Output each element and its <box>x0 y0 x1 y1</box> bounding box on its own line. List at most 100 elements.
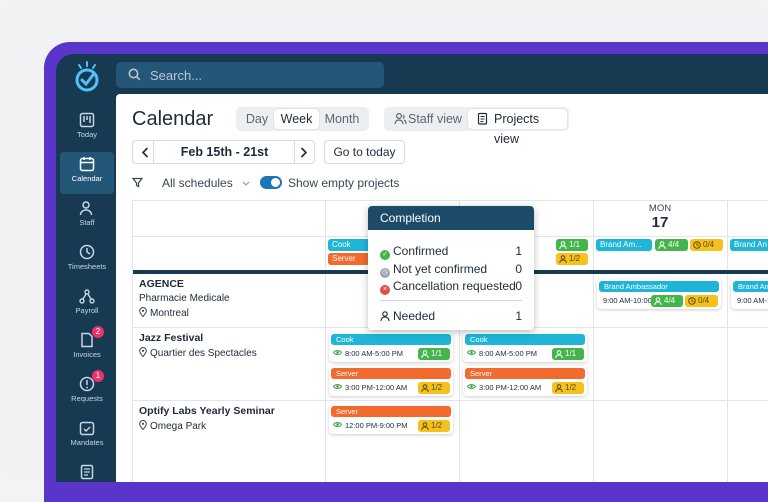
requests-badge: 1 <box>92 370 104 382</box>
clock-icon <box>688 297 696 305</box>
tab-month[interactable]: Month <box>319 109 365 129</box>
shift-badge: 1/1 <box>418 348 450 360</box>
sidebar-item-today[interactable]: Today <box>60 108 114 150</box>
eye-icon <box>467 350 476 355</box>
invoices-badge: 2 <box>92 326 104 338</box>
staff-view-button[interactable]: Staff view <box>386 109 466 129</box>
shift-card[interactable]: Brand Am 9:00 AM-1 <box>731 279 768 309</box>
shift-time: 9:00 AM-10:00 <box>603 296 652 305</box>
chevron-right-icon[interactable] <box>300 147 308 158</box>
search-input[interactable]: Search... <box>116 62 384 88</box>
sidebar-item-staff[interactable]: Staff <box>60 196 114 238</box>
project-location: Montreal <box>139 307 230 319</box>
staff-icon <box>79 201 93 216</box>
person-icon <box>658 241 666 249</box>
day-name: MON <box>648 203 672 214</box>
summary-badge[interactable]: 4/4 <box>655 239 688 251</box>
filter-icon[interactable] <box>132 177 143 188</box>
shift-role: Cook <box>331 334 451 345</box>
project-location: Quartier des Spectacles <box>139 347 257 359</box>
check-icon: ✓ <box>380 250 390 260</box>
shift-badge: 1/2 <box>418 420 450 432</box>
person-icon <box>654 297 662 305</box>
shift-card[interactable]: Cook 8:00 AM-5:00 PM 1/1 <box>463 332 587 362</box>
location-pin-icon <box>139 307 147 318</box>
shift-time: 12:00 PM-9:00 PM <box>345 421 408 430</box>
person-icon <box>421 384 429 392</box>
date-range-label: Feb 15th - 21st <box>180 145 269 159</box>
sidebar-item-requests[interactable]: Requests 1 <box>60 370 114 414</box>
date-range-picker: Feb 15th - 21st <box>132 140 315 164</box>
projects-view-label: Projects view <box>494 112 540 146</box>
show-empty-toggle[interactable] <box>260 176 282 189</box>
sidebar-item-label: Calendar <box>71 174 103 183</box>
clock-icon <box>693 241 701 249</box>
mode-switcher: Staff view Projects view <box>384 107 569 146</box>
project-client: Pharmacie Medicale <box>139 293 230 304</box>
go-to-today-button[interactable]: Go to today <box>324 140 405 164</box>
staff-view-label: Staff view <box>408 112 462 126</box>
project-name: AGENCE <box>139 278 184 290</box>
popup-divider <box>380 300 522 301</box>
sidebar-item-label: Invoices <box>73 350 101 359</box>
clipboard-icon <box>477 112 488 125</box>
tab-week[interactable]: Week <box>274 109 319 129</box>
summary-badge[interactable]: 1/2 <box>556 253 588 265</box>
person-icon <box>555 384 563 392</box>
schedules-select[interactable]: All schedules <box>162 176 250 190</box>
person-icon <box>555 350 563 358</box>
summary-chip-brand-next[interactable]: Brand An <box>730 239 768 251</box>
sidebar: Today Calendar Staff Timesheets Payroll … <box>56 54 116 482</box>
shift-card[interactable]: Cook 8:00 AM-5:00 PM 1/1 <box>329 332 453 362</box>
shift-card[interactable]: Server 3:00 PM-12:00 AM 1/2 <box>329 366 453 396</box>
shift-role: Cook <box>465 334 585 345</box>
sidebar-item-calendar[interactable]: Calendar <box>60 152 114 194</box>
project-location: Omega Park <box>139 420 275 432</box>
summary-chip-server[interactable]: Server <box>328 253 370 265</box>
shift-time: 8:00 AM-5:00 PM <box>345 349 403 358</box>
person-icon <box>421 422 429 430</box>
project-optify[interactable]: Optify Labs Yearly Seminar Omega Park <box>139 405 275 432</box>
summary-chip-brand[interactable]: Brand Am... <box>596 239 652 251</box>
shift-time: 8:00 AM-5:00 PM <box>479 349 537 358</box>
sidebar-item-label: Timesheets <box>67 262 107 271</box>
summary-badge[interactable]: 1/1 <box>556 239 588 251</box>
calendar-icon <box>79 157 95 172</box>
project-jazz-festival[interactable]: Jazz Festival Quartier des Spectacles <box>139 332 257 359</box>
shift-role: Server <box>331 368 451 379</box>
shift-card[interactable]: Server 3:00 PM-12:00 AM 1/2 <box>463 366 587 396</box>
project-agence[interactable]: AGENCE Pharmacie Medicale Montreal <box>139 278 230 319</box>
sidebar-item-reports[interactable] <box>60 460 114 482</box>
shift-badge: 4/4 <box>651 295 683 307</box>
summary-chip-cook[interactable]: Cook <box>328 239 370 251</box>
app-logo-icon[interactable] <box>72 60 102 96</box>
popup-row-cancellation: × Cancellation requested 0 <box>380 279 522 295</box>
board-icon <box>79 112 95 128</box>
person-icon <box>421 350 429 358</box>
close-icon: × <box>380 285 390 295</box>
sidebar-item-label: Requests <box>71 394 103 403</box>
shift-badge: 1/1 <box>552 348 584 360</box>
sidebar-item-timesheets[interactable]: Timesheets <box>60 240 114 282</box>
day-header-mon[interactable]: MON 17 <box>593 203 727 231</box>
eye-icon <box>467 384 476 389</box>
eye-icon <box>333 350 342 355</box>
people-icon <box>394 112 407 125</box>
location-pin-icon <box>139 347 147 358</box>
sidebar-item-payroll[interactable]: Payroll <box>60 284 114 326</box>
shift-card[interactable]: Server 12:00 PM-9:00 PM 1/2 <box>329 404 453 434</box>
shift-badge: 1/2 <box>552 382 584 394</box>
person-icon <box>559 255 567 263</box>
projects-view-button[interactable]: Projects view <box>468 109 567 146</box>
shift-card[interactable]: Brand Ambassador 9:00 AM-10:00 4/4 0/4 <box>597 279 721 309</box>
project-name: Optify Labs Yearly Seminar <box>139 405 275 417</box>
shift-role: Server <box>465 368 585 379</box>
sidebar-item-invoices[interactable]: Invoices 2 <box>60 326 114 370</box>
tab-day[interactable]: Day <box>240 109 274 129</box>
summary-badge[interactable]: 0/4 <box>690 239 723 251</box>
eye-icon <box>333 422 342 427</box>
sidebar-item-mandates[interactable]: Mandates <box>60 416 114 458</box>
shift-badge: 1/2 <box>418 382 450 394</box>
network-icon <box>79 289 95 304</box>
shift-role: Brand Am <box>733 281 768 292</box>
